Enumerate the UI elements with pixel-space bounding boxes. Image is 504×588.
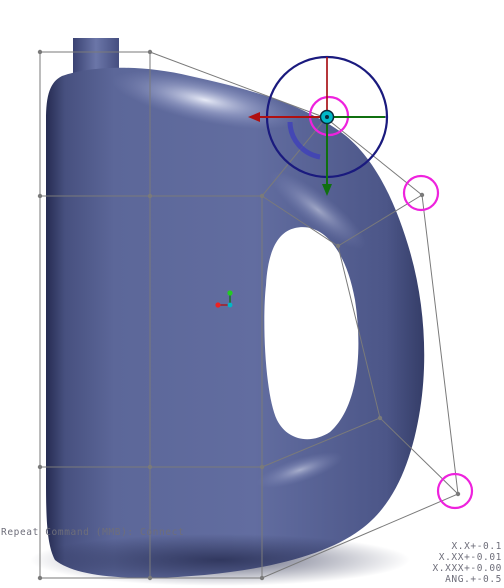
modeling-viewport[interactable]: [0, 0, 504, 588]
tolerance-line: ANG.+-0.5: [445, 574, 502, 585]
cage-vertex[interactable]: [335, 243, 341, 249]
cage-vertex[interactable]: [37, 464, 43, 470]
tolerance-line: X.XXX+-0.00: [432, 563, 502, 574]
bottle-body[interactable]: [46, 67, 425, 578]
selection-marker[interactable]: [402, 174, 440, 212]
cage-vertex[interactable]: [147, 464, 153, 470]
cage-vertex[interactable]: [455, 491, 461, 497]
cage-vertex[interactable]: [147, 49, 153, 55]
cage-vertex[interactable]: [37, 575, 43, 581]
tolerance-table: X.X+-0.1 X.XX+-0.01 X.XXX+-0.00 ANG.+-0.…: [432, 541, 502, 585]
tolerance-line: X.X+-0.1: [451, 541, 502, 552]
cage-vertex[interactable]: [259, 575, 265, 581]
bottle-model[interactable]: [30, 38, 425, 586]
cage-vertex[interactable]: [147, 193, 153, 199]
command-hint: Repeat Command (MMB): Connect: [1, 527, 185, 538]
manipulator-center-dot: [325, 115, 329, 119]
cage-vertex[interactable]: [259, 193, 265, 199]
cage-vertex[interactable]: [419, 192, 425, 198]
cage-vertex[interactable]: [377, 415, 383, 421]
cage-vertex[interactable]: [147, 575, 153, 581]
tolerance-line: X.XX+-0.01: [438, 552, 502, 563]
cage-vertex[interactable]: [259, 464, 265, 470]
cage-vertex[interactable]: [37, 49, 43, 55]
cage-vertex[interactable]: [37, 193, 43, 199]
